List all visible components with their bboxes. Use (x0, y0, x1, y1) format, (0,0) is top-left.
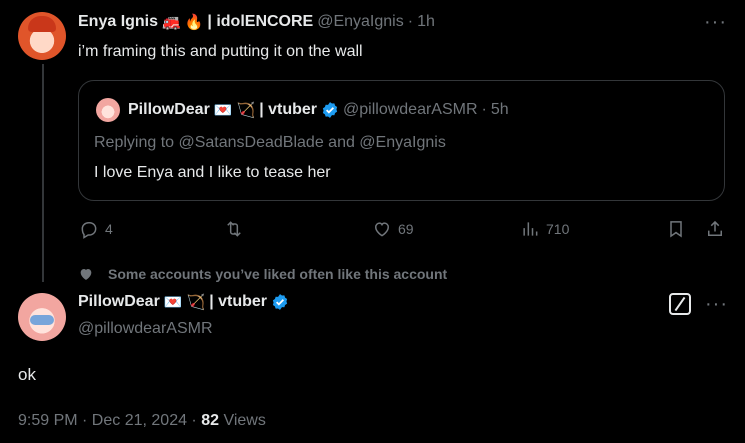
heart-icon (374, 222, 390, 237)
analytics-icon (523, 222, 538, 236)
bow-arrow-emoji: 🏹 (186, 293, 206, 311)
quote-header: PillowDear 💌 🏹 | vtuber @pillowdearASMR … (128, 101, 509, 119)
love-letter-emoji: 💌 (163, 293, 183, 311)
views-count: 710 (546, 221, 570, 237)
parent-header: Enya Ignis 🚒 🔥 | idolENCORE @EnyaIgnis ·… (78, 13, 435, 31)
avatar-pillowdear[interactable] (18, 293, 66, 341)
main-display-name[interactable]: PillowDear (78, 293, 160, 311)
parent-name-suffix: | idolENCORE (207, 13, 314, 30)
love-letter-emoji: 💌 (213, 101, 233, 119)
reply-count: 4 (105, 221, 113, 237)
like-button[interactable]: 69 (372, 219, 414, 239)
thread-line (42, 64, 44, 282)
quote-name-suffix: | vtuber (259, 101, 318, 118)
quote-avatar (96, 98, 120, 122)
fire-truck-emoji: 🚒 (162, 13, 181, 31)
verified-badge-icon (322, 102, 338, 118)
fire-emoji: 🔥 (184, 13, 204, 31)
quote-replying-to: Replying to @SatansDeadBlade and @EnyaIg… (94, 134, 446, 151)
main-text: ok (18, 365, 36, 384)
reply-button[interactable]: 4 (79, 219, 113, 239)
share-button[interactable] (705, 219, 725, 239)
quote-text: I love Enya and I like to tease her (94, 164, 331, 181)
bookmark-button[interactable] (666, 219, 686, 239)
views-count: 82 (201, 412, 220, 429)
views-button[interactable]: 710 (520, 219, 569, 239)
social-context-text: Some accounts you’ve liked often like th… (108, 266, 448, 282)
avatar-enya[interactable] (18, 12, 66, 60)
repost-button[interactable] (224, 219, 244, 239)
like-count: 69 (398, 221, 414, 237)
parent-time[interactable]: 1h (417, 13, 435, 31)
repost-icon (227, 221, 241, 237)
tweet-metadata: 9:59 PM · Dec 21, 2024 · 82 Views (18, 412, 266, 430)
parent-display-name[interactable]: Enya Ignis (78, 13, 158, 31)
verified-badge-icon[interactable] (271, 293, 289, 311)
main-header: PillowDear 💌 🏹 | vtuber (78, 293, 289, 311)
separator-dot: · (481, 101, 487, 118)
main-handle[interactable]: @pillowdearASMR (78, 320, 213, 338)
social-context: Some accounts you’ve liked often like th… (78, 266, 447, 282)
reply-icon (81, 222, 97, 239)
bookmark-icon (670, 221, 682, 238)
quote-display-name: PillowDear (128, 101, 210, 118)
views-label: Views (223, 412, 266, 429)
quote-time: 5h (490, 101, 509, 118)
share-icon (708, 220, 722, 236)
heart-filled-icon (80, 269, 92, 280)
parent-text: i’m framing this and putting it on the w… (78, 43, 363, 60)
more-options-icon[interactable]: ··· (705, 294, 728, 314)
bow-arrow-emoji: 🏹 (236, 101, 256, 119)
more-options-icon[interactable]: ··· (704, 12, 727, 32)
parent-handle[interactable]: @EnyaIgnis (317, 13, 404, 31)
quote-handle: @pillowdearASMR (343, 101, 478, 118)
grok-icon[interactable] (669, 293, 691, 315)
timestamp[interactable]: 9:59 PM · Dec 21, 2024 · (18, 412, 197, 429)
separator-dot: · (407, 13, 414, 30)
main-name-suffix: | vtuber (209, 293, 268, 310)
